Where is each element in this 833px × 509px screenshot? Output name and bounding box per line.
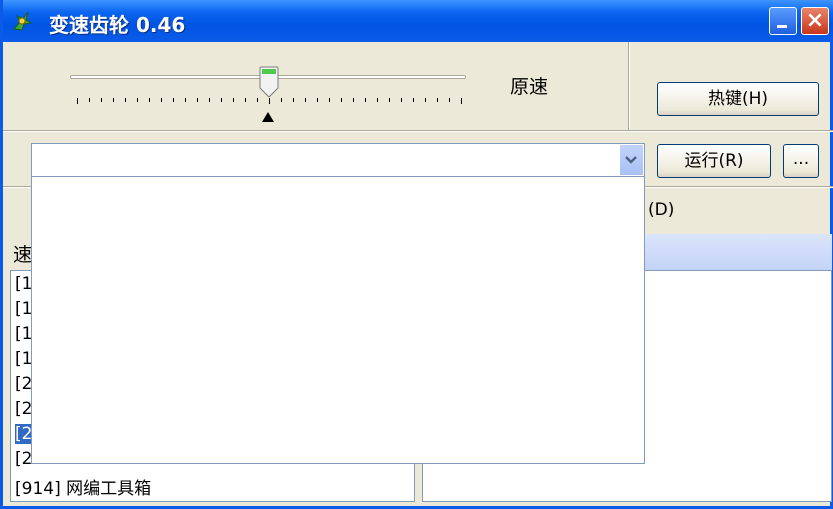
slider-tick	[185, 98, 186, 102]
slider-tick	[389, 98, 390, 102]
slider-tick	[209, 98, 210, 102]
slider-tick	[329, 98, 330, 102]
d-label: (D)	[648, 200, 675, 220]
slider-tick	[173, 98, 174, 102]
slider-tick	[77, 98, 78, 104]
slider-tick	[305, 98, 306, 102]
slider-tick	[365, 98, 366, 102]
speed-column-label: 速	[13, 244, 33, 266]
slider-tick	[293, 98, 294, 102]
slider-tick	[101, 98, 102, 102]
list-item[interactable]: [1	[15, 324, 32, 344]
list-item[interactable]: [1	[15, 274, 32, 294]
slider-tick	[161, 98, 162, 102]
process-combobox[interactable]	[31, 143, 645, 177]
title-bar[interactable]: 变速齿轮 0.46 ×	[3, 0, 833, 42]
slider-tick	[401, 98, 402, 102]
list-item[interactable]: [914] 网编工具箱	[15, 474, 151, 499]
slider-tick	[341, 98, 342, 102]
slider-tick	[137, 98, 138, 102]
list-item[interactable]: [1	[15, 349, 32, 369]
slider-tick	[89, 98, 90, 102]
browse-button[interactable]: ...	[783, 144, 819, 178]
hotkey-button[interactable]: 热键(H)	[657, 82, 819, 116]
slider-ticks	[77, 98, 463, 106]
slider-tick	[377, 98, 378, 102]
slider-thumb[interactable]	[259, 66, 279, 98]
list-item[interactable]: [2	[15, 449, 32, 469]
combo-dropdown-list[interactable]	[31, 176, 645, 464]
divider-horizontal	[3, 130, 833, 132]
slider-tick	[461, 98, 462, 104]
run-button[interactable]: 运行(R)	[657, 144, 771, 178]
app-window: 变速齿轮 0.46 × 原速 热键(H) 运行(R) ... (D) 速 [1 […	[0, 0, 833, 509]
triangle-up-icon	[262, 112, 274, 122]
slider-tick	[413, 98, 414, 102]
list-item[interactable]: [2	[15, 399, 32, 419]
slider-tick	[125, 98, 126, 102]
slider-tick	[149, 98, 150, 102]
slider-tick	[281, 98, 282, 102]
list-item[interactable]: [2	[15, 374, 32, 394]
right-panel-header	[645, 234, 832, 270]
slider-tick	[425, 98, 426, 102]
slider-tick	[437, 98, 438, 102]
list-item[interactable]: [2	[15, 424, 33, 444]
slider-tick	[449, 98, 450, 102]
close-button[interactable]: ×	[801, 7, 829, 35]
speed-label: 原速	[510, 76, 549, 98]
slider-tick	[353, 98, 354, 102]
slider-tick	[257, 98, 258, 102]
combo-dropdown-button[interactable]	[619, 145, 643, 175]
divider-vertical	[628, 42, 630, 130]
slider-tick	[233, 98, 234, 102]
list-item[interactable]: [1	[15, 299, 32, 319]
slider-tick	[269, 98, 270, 104]
slider-tick	[245, 98, 246, 102]
minimize-button[interactable]	[769, 7, 797, 35]
minimize-icon	[777, 25, 787, 28]
close-icon: ×	[805, 8, 825, 33]
slider-tick	[113, 98, 114, 102]
slider-tick	[221, 98, 222, 102]
gear-app-icon	[13, 11, 33, 31]
window-title: 变速齿轮 0.46	[49, 13, 186, 37]
slider-tick	[197, 98, 198, 102]
slider-tick	[317, 98, 318, 102]
chevron-down-icon	[625, 156, 637, 164]
